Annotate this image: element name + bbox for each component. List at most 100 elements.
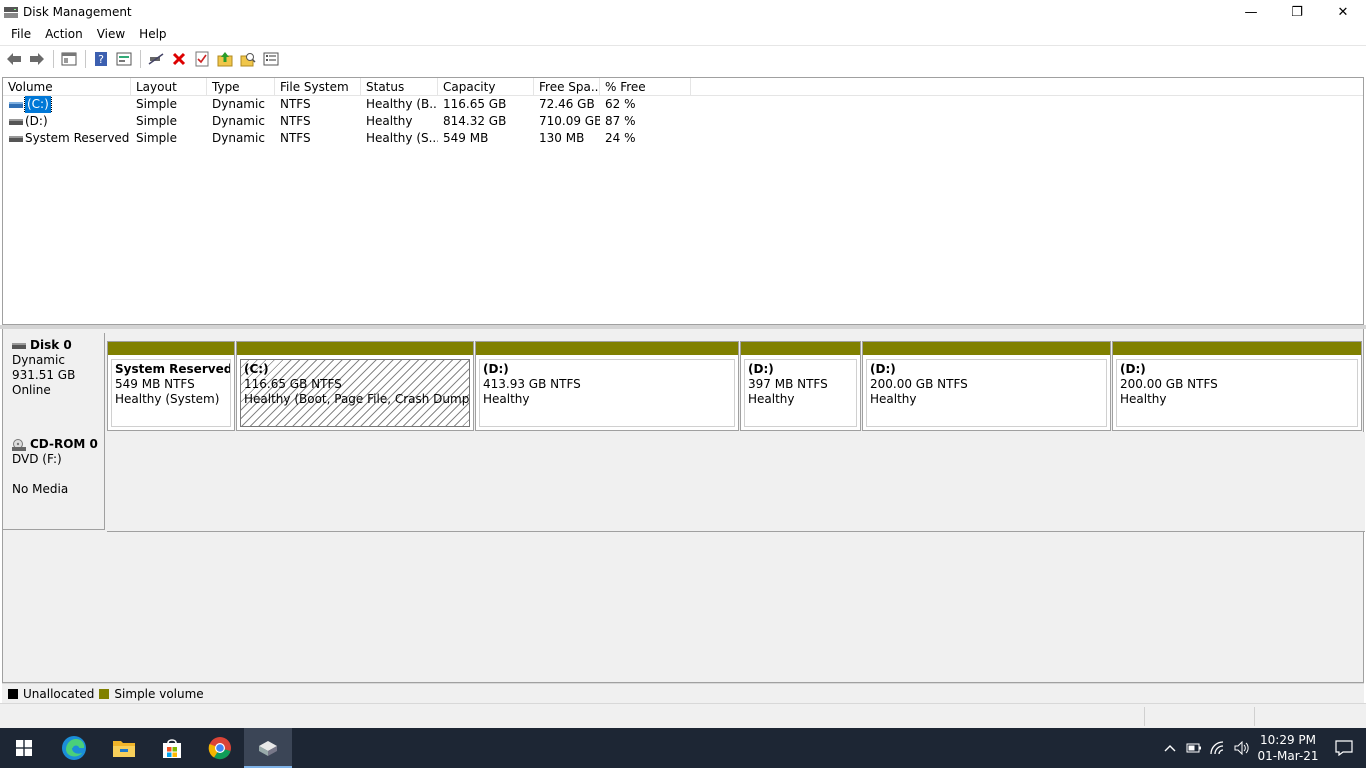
disk-label-disk-0[interactable]: Disk 0 Dynamic 931.51 GB Online (3, 333, 105, 433)
volume-list-header: Volume Layout Type File System Status Ca… (3, 78, 1363, 96)
action-center-button[interactable] (1322, 728, 1366, 768)
partition-size: 200.00 GB NTFS (870, 377, 968, 391)
battery-button[interactable] (1182, 728, 1206, 768)
column-header-type[interactable]: Type (207, 78, 275, 95)
cell-type: Dynamic (212, 131, 265, 145)
console-tree-button[interactable] (58, 48, 80, 70)
partition-title: System Reserved (115, 362, 231, 376)
start-button[interactable] (0, 728, 48, 768)
cell-file-system: NTFS (280, 131, 311, 145)
table-row[interactable]: (C:) Simple Dynamic NTFS Healthy (B... 1… (3, 96, 1363, 113)
clock-date: 01-Mar-21 (1257, 749, 1319, 763)
close-icon: ✕ (1337, 4, 1349, 20)
disk-management-icon (3, 4, 19, 20)
disk-management-icon (259, 741, 277, 756)
back-arrow-icon (7, 52, 21, 65)
chevron-up-icon (1164, 745, 1176, 752)
partition-d-4[interactable]: (D:) 200.00 GB NTFS Healthy (1112, 341, 1362, 431)
clock-time: 10:29 PM (1260, 733, 1316, 747)
taskbar-file-explorer[interactable] (100, 728, 148, 768)
partition-c[interactable]: (C:) 116.65 GB NTFS Healthy (Boot, Page … (236, 341, 474, 431)
search-icon (240, 52, 256, 66)
taskbar-store[interactable] (148, 728, 196, 768)
console-tree-icon (61, 52, 77, 65)
table-row[interactable]: (D:) Simple Dynamic NTFS Healthy 814.32 … (3, 113, 1363, 130)
drive-icon (9, 118, 23, 125)
minimize-icon: — (1244, 4, 1258, 20)
disk-state: Online (12, 383, 51, 397)
column-header-layout[interactable]: Layout (131, 78, 207, 95)
restore-button[interactable]: ❐ (1274, 0, 1320, 24)
partition-system-reserved[interactable]: System Reserved 549 MB NTFS Healthy (Sys… (107, 341, 235, 431)
disk-type: DVD (F:) (12, 452, 62, 466)
help-button[interactable]: ? (90, 48, 112, 70)
legend: Unallocated Simple volume (2, 683, 1364, 703)
delete-button[interactable] (168, 48, 190, 70)
partition-title: (D:) (483, 362, 509, 376)
search-button[interactable] (237, 48, 259, 70)
cell-free-space: 72.46 GB (539, 97, 595, 111)
menu-file[interactable]: File (4, 27, 38, 41)
column-header-status[interactable]: Status (361, 78, 438, 95)
connect-button[interactable] (145, 48, 167, 70)
show-hidden-icons-button[interactable] (1158, 728, 1182, 768)
edge-icon (62, 736, 86, 760)
column-header-capacity[interactable]: Capacity (438, 78, 534, 95)
svg-text:?: ? (98, 53, 104, 66)
table-row[interactable]: System Reserved Simple Dynamic NTFS Heal… (3, 130, 1363, 147)
cell-type: Dynamic (212, 114, 265, 128)
menu-view[interactable]: View (90, 27, 132, 41)
notification-icon (1335, 740, 1353, 756)
column-header-file-system[interactable]: File System (275, 78, 361, 95)
properties-button[interactable] (113, 48, 135, 70)
column-header-free-space[interactable]: Free Spa... (534, 78, 600, 95)
speaker-icon (1234, 741, 1249, 755)
file-explorer-icon (113, 741, 135, 757)
cell-percent-free: 62 % (605, 97, 636, 111)
cd-rom-area[interactable] (107, 432, 1365, 532)
partition-title: (D:) (748, 362, 774, 376)
partition-d-1[interactable]: (D:) 413.93 GB NTFS Healthy (475, 341, 739, 431)
column-header-volume[interactable]: Volume (3, 78, 131, 95)
list-view-button[interactable] (260, 48, 282, 70)
drive-icon (9, 135, 23, 142)
partition-status: Healthy (1120, 392, 1167, 406)
menu-action[interactable]: Action (38, 27, 90, 41)
partition-status: Healthy (483, 392, 530, 406)
close-button[interactable]: ✕ (1320, 0, 1366, 24)
partition-d-3[interactable]: (D:) 200.00 GB NTFS Healthy (862, 341, 1111, 431)
disk-type: Dynamic (12, 353, 65, 367)
menu-help[interactable]: Help (132, 27, 173, 41)
delete-icon (172, 52, 186, 65)
cell-free-space: 710.09 GB (539, 114, 600, 128)
taskbar-chrome[interactable] (196, 728, 244, 768)
back-button[interactable] (3, 48, 25, 70)
column-header-percent-free[interactable]: % Free (600, 78, 691, 95)
legend-swatch (99, 688, 110, 699)
cell-status: Healthy (366, 114, 413, 128)
partition-d-2[interactable]: (D:) 397 MB NTFS Healthy (740, 341, 861, 431)
partition-status: Healthy (748, 392, 795, 406)
check-button[interactable] (191, 48, 213, 70)
taskbar-clock[interactable]: 10:29 PM 01-Mar-21 (1254, 732, 1322, 764)
disk-row-cd-rom-0: CD-ROM 0 DVD (F:) No Media (3, 432, 1365, 532)
cell-capacity: 814.32 GB (443, 114, 507, 128)
disk-label-cd-rom-0[interactable]: CD-ROM 0 DVD (F:) No Media (3, 432, 105, 530)
restore-icon: ❐ (1291, 4, 1303, 20)
network-button[interactable] (1206, 728, 1230, 768)
volume-button[interactable] (1230, 728, 1254, 768)
status-segment (1254, 707, 1364, 726)
taskbar-disk-management[interactable] (244, 728, 292, 768)
minimize-button[interactable]: — (1228, 0, 1274, 24)
connect-icon (148, 52, 164, 65)
export-button[interactable] (214, 48, 236, 70)
partition-size: 397 MB NTFS (748, 377, 828, 391)
cd-rom-icon (12, 438, 26, 451)
list-view-icon (263, 52, 279, 65)
legend-swatch (8, 688, 18, 699)
taskbar-edge[interactable] (48, 728, 100, 768)
disk-row-disk-0: Disk 0 Dynamic 931.51 GB Online System R… (3, 333, 1365, 433)
partition-size: 549 MB NTFS (115, 377, 195, 391)
menu-bar: File Action View Help (0, 24, 1366, 44)
forward-button[interactable] (26, 48, 48, 70)
